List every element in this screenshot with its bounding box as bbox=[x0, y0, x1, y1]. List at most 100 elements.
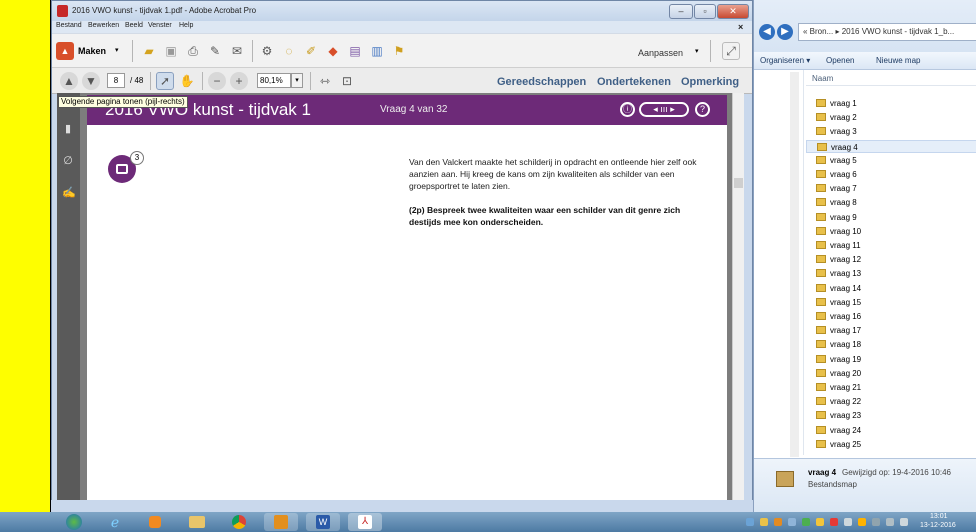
start-button[interactable] bbox=[57, 513, 91, 531]
maximize-button[interactable]: ▫ bbox=[694, 4, 716, 19]
back-arrow-icon[interactable]: ◀ bbox=[759, 24, 775, 40]
zoom-in-icon[interactable]: + bbox=[230, 72, 248, 90]
list-item[interactable]: vraag 19 bbox=[806, 353, 976, 366]
tray-icon[interactable] bbox=[746, 518, 754, 526]
chevron-down-icon[interactable]: ▾ bbox=[115, 46, 119, 54]
list-item[interactable]: vraag 4 bbox=[806, 139, 976, 153]
tray-icon[interactable] bbox=[760, 518, 768, 526]
tray-icon[interactable] bbox=[816, 518, 824, 526]
expand-icon[interactable]: ⤢ bbox=[722, 42, 740, 60]
menu-venster[interactable]: Venster bbox=[148, 22, 172, 29]
gear-icon[interactable]: ⚙ bbox=[258, 42, 276, 60]
list-item[interactable]: vraag 22 bbox=[806, 395, 976, 408]
list-item[interactable]: vraag 21 bbox=[806, 381, 976, 394]
list-item[interactable]: vraag 10 bbox=[806, 225, 976, 238]
nav-scrollbar[interactable] bbox=[790, 72, 799, 457]
list-item[interactable]: vraag 8 bbox=[806, 196, 976, 209]
list-item[interactable]: vraag 13 bbox=[806, 267, 976, 280]
clock-date[interactable]: 13-12-2016 bbox=[920, 522, 956, 529]
open-folder-icon[interactable]: ▰ bbox=[140, 42, 158, 60]
fit-width-icon[interactable]: ⇿ bbox=[316, 72, 334, 90]
chevron-down-icon[interactable]: ▾ bbox=[695, 47, 699, 55]
fit-page-icon[interactable]: ⊡ bbox=[338, 72, 356, 90]
word-icon[interactable]: W bbox=[306, 513, 340, 531]
select-cursor-icon[interactable]: ➚ bbox=[156, 72, 174, 90]
list-item[interactable]: vraag 6 bbox=[806, 168, 976, 181]
sign-icon[interactable]: ⚑ bbox=[390, 42, 408, 60]
list-item[interactable]: vraag 14 bbox=[806, 282, 976, 295]
next-page-icon[interactable]: ▼ bbox=[82, 72, 100, 90]
page-number-input[interactable]: 8 bbox=[107, 73, 125, 88]
tray-icon[interactable] bbox=[844, 518, 852, 526]
zoom-dropdown-icon[interactable]: ▾ bbox=[291, 73, 303, 88]
address-bar[interactable]: « Bron... ▸ 2016 VWO kunst - tijdvak 1_b… bbox=[798, 23, 976, 41]
scroll-thumb[interactable] bbox=[734, 178, 743, 188]
list-item[interactable]: vraag 1 bbox=[806, 97, 976, 110]
prev-page-icon[interactable]: ▲ bbox=[60, 72, 78, 90]
list-item[interactable]: vraag 20 bbox=[806, 367, 976, 380]
acrobat-icon[interactable]: ⅄ bbox=[348, 513, 382, 531]
save-icon[interactable]: ▣ bbox=[162, 42, 180, 60]
list-item[interactable]: vraag 18 bbox=[806, 338, 976, 351]
list-item[interactable]: vraag 12 bbox=[806, 253, 976, 266]
forward-arrow-icon[interactable]: ▶ bbox=[777, 24, 793, 40]
zoom-input[interactable]: 80,1% bbox=[257, 73, 291, 88]
volume-control-icon[interactable]: ◂ ııı ▸ bbox=[639, 102, 689, 117]
stamp-icon[interactable]: ◆ bbox=[324, 42, 342, 60]
list-item[interactable]: vraag 3 bbox=[806, 125, 976, 138]
tray-icon[interactable] bbox=[788, 518, 796, 526]
nieuwe-map-button[interactable]: Nieuwe map bbox=[876, 56, 920, 65]
tab-ondertekenen[interactable]: Ondertekenen bbox=[597, 76, 671, 88]
list-item[interactable]: vraag 23 bbox=[806, 409, 976, 422]
list-item[interactable]: vraag 2 bbox=[806, 111, 976, 124]
organiseren-button[interactable]: Organiseren ▾ bbox=[760, 56, 810, 65]
minimize-button[interactable]: – bbox=[669, 4, 693, 19]
share-icon[interactable]: ▥ bbox=[368, 42, 386, 60]
edit-icon[interactable]: ✎ bbox=[206, 42, 224, 60]
volume-icon[interactable] bbox=[900, 518, 908, 526]
zoom-out-icon[interactable]: − bbox=[208, 72, 226, 90]
list-item[interactable]: vraag 7 bbox=[806, 182, 976, 195]
help-icon[interactable]: ? bbox=[695, 102, 710, 117]
tray-icon[interactable] bbox=[872, 518, 880, 526]
menu-bewerken[interactable]: Bewerken bbox=[88, 22, 119, 29]
tab-gereedschappen[interactable]: Gereedschappen bbox=[497, 76, 586, 88]
list-item[interactable]: vraag 15 bbox=[806, 296, 976, 309]
highlight-icon[interactable]: ✐ bbox=[302, 42, 320, 60]
mail-icon[interactable]: ✉ bbox=[228, 42, 246, 60]
tab-opmerking[interactable]: Opmerking bbox=[681, 76, 739, 88]
combine-icon[interactable]: ▤ bbox=[346, 42, 364, 60]
explorer-icon[interactable] bbox=[180, 513, 214, 531]
list-item[interactable]: vraag 11 bbox=[806, 239, 976, 252]
list-item[interactable]: vraag 16 bbox=[806, 310, 976, 323]
maken-button[interactable]: Maken bbox=[78, 46, 106, 56]
menu-bestand[interactable]: Bestand bbox=[56, 22, 82, 29]
comment-icon[interactable]: ◌ bbox=[280, 42, 298, 60]
column-header-naam[interactable]: Naam bbox=[806, 72, 976, 86]
media-player-icon[interactable] bbox=[138, 513, 172, 531]
chrome-icon[interactable] bbox=[222, 513, 256, 531]
vertical-scrollbar[interactable] bbox=[732, 93, 744, 500]
tray-icon[interactable] bbox=[774, 518, 782, 526]
tray-icon[interactable] bbox=[858, 518, 866, 526]
network-icon[interactable] bbox=[886, 518, 894, 526]
list-item[interactable]: vraag 9 bbox=[806, 211, 976, 224]
signature-icon[interactable]: ✍ bbox=[62, 187, 76, 199]
aanpassen-button[interactable]: Aanpassen bbox=[638, 48, 683, 58]
tray-icon[interactable] bbox=[830, 518, 838, 526]
bookmark-icon[interactable]: ▮ bbox=[62, 123, 74, 135]
print-icon[interactable]: ⎙ bbox=[184, 42, 202, 60]
list-item[interactable]: vraag 25 bbox=[806, 438, 976, 451]
menu-beeld[interactable]: Beeld bbox=[125, 22, 143, 29]
clock-time[interactable]: 13:01 bbox=[930, 513, 948, 520]
doc-close-icon[interactable]: × bbox=[738, 22, 743, 32]
openen-button[interactable]: Openen bbox=[826, 56, 854, 65]
tray-icon[interactable] bbox=[802, 518, 810, 526]
menu-help[interactable]: Help bbox=[179, 22, 193, 29]
attachment-icon[interactable]: ∅ bbox=[62, 155, 74, 167]
powerpoint-icon[interactable] bbox=[264, 513, 298, 531]
internet-explorer-icon[interactable]: ℯ bbox=[98, 513, 132, 531]
list-item[interactable]: vraag 24 bbox=[806, 424, 976, 437]
hand-icon[interactable]: ✋ bbox=[178, 72, 196, 90]
close-button[interactable]: ✕ bbox=[717, 4, 749, 19]
